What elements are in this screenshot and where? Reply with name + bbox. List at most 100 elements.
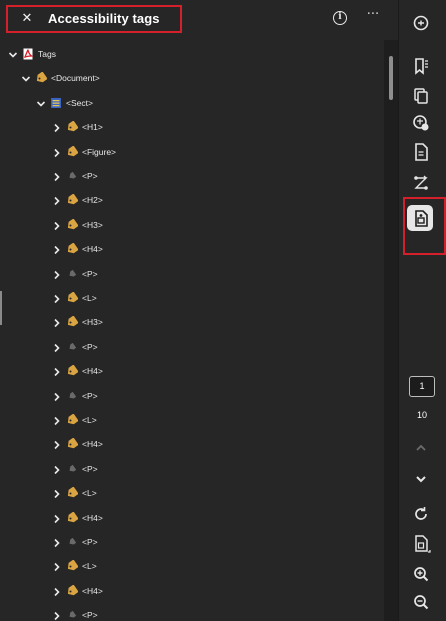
tag-icon: [66, 145, 78, 158]
tree-row-label: Tags: [38, 49, 56, 59]
chevron-right-icon[interactable]: [52, 609, 62, 621]
chevron-right-icon[interactable]: [52, 390, 62, 404]
order-icon[interactable]: [409, 171, 433, 195]
tree-row[interactable]: <P>: [0, 531, 384, 555]
tree-row[interactable]: <H3>: [0, 311, 384, 335]
tag-icon: [66, 243, 78, 255]
chevron-right-icon[interactable]: [52, 487, 62, 501]
close-icon[interactable]: ✕: [18, 9, 36, 29]
attachments-icon[interactable]: [409, 111, 433, 135]
chevron-right-icon[interactable]: [52, 268, 62, 282]
tag-icon: [66, 487, 78, 499]
tag-icon: [66, 584, 78, 597]
tag-icon: [66, 316, 78, 328]
chevron-down-icon[interactable]: [21, 72, 31, 86]
tag-dim-icon: [66, 170, 78, 182]
tree-row[interactable]: <P>: [0, 336, 384, 360]
chevron-down-icon[interactable]: [36, 97, 46, 111]
tree-row[interactable]: <P>: [0, 385, 384, 409]
tree-row[interactable]: <H3>: [0, 214, 384, 238]
tree-row[interactable]: <P>: [0, 604, 384, 621]
tree-row-label: <P>: [82, 390, 98, 401]
panel-title: Accessibility tags: [48, 11, 160, 26]
tag-icon: [66, 414, 78, 426]
tree-row-label: <Sect>: [66, 97, 93, 108]
panel-resize-handle[interactable]: [0, 291, 2, 325]
chevron-up-icon: [409, 436, 433, 460]
page-total: 10: [416, 410, 427, 420]
chevron-right-icon[interactable]: [52, 341, 62, 355]
tag-dim-icon: [66, 536, 78, 548]
tag-icon: [35, 72, 47, 84]
tree-row-label: <L>: [82, 415, 97, 425]
scrollbar-track[interactable]: [384, 40, 398, 621]
more-options-icon[interactable]: ···: [364, 8, 382, 26]
chevron-right-icon[interactable]: [52, 463, 62, 477]
tree-row[interactable]: <L>: [0, 482, 384, 506]
chevron-right-icon[interactable]: [52, 292, 62, 306]
tree-row-label: <H3>: [82, 317, 103, 328]
rotate-icon[interactable]: [409, 502, 433, 526]
comment-icon[interactable]: [409, 11, 433, 35]
tree-row[interactable]: <P>: [0, 165, 384, 189]
tree-row-label: <H4>: [82, 439, 103, 450]
tree-row[interactable]: <Sect>: [0, 92, 384, 116]
zoom-out-icon[interactable]: [409, 590, 433, 614]
chevron-right-icon[interactable]: [52, 243, 62, 257]
copy-pages-icon[interactable]: [409, 84, 433, 108]
tree-row-label: <H4>: [82, 512, 103, 523]
tag-icon: [66, 438, 78, 450]
tree-row[interactable]: <L>: [0, 409, 384, 433]
tree-row[interactable]: <H2>: [0, 189, 384, 213]
chevron-right-icon[interactable]: [52, 316, 62, 330]
tree-row[interactable]: Tags: [0, 43, 384, 67]
chevron-right-icon[interactable]: [52, 414, 62, 428]
chevron-right-icon[interactable]: [52, 170, 62, 184]
tree-row-label: <L>: [82, 488, 97, 499]
chevron-right-icon[interactable]: [52, 219, 62, 233]
chevron-right-icon[interactable]: [52, 585, 62, 599]
tree-row[interactable]: <Figure>: [0, 141, 384, 165]
bookmarks-icon[interactable]: [409, 54, 433, 78]
chevron-right-icon[interactable]: [52, 194, 62, 208]
tree-row-label: <L>: [82, 561, 97, 572]
tree-row-label: <H3>: [82, 219, 103, 230]
chevron-down-icon[interactable]: [8, 48, 18, 62]
tree-row-label: <P>: [82, 268, 98, 279]
chevron-right-icon[interactable]: [52, 438, 62, 452]
tag-icon: [66, 121, 78, 133]
accessibility-tags-icon[interactable]: [409, 206, 433, 230]
tree-row[interactable]: <P>: [0, 263, 384, 287]
tag-icon: [66, 365, 78, 377]
tag-icon: [66, 194, 78, 206]
tree-row-label: <H2>: [82, 195, 103, 206]
chevron-right-icon[interactable]: [52, 560, 62, 574]
tree-row[interactable]: <H4>: [0, 360, 384, 384]
tree-row-label: <P>: [82, 463, 98, 474]
chevron-right-icon[interactable]: [52, 512, 62, 526]
chevron-right-icon[interactable]: [52, 365, 62, 379]
tree-row[interactable]: <H4>: [0, 507, 384, 531]
chevron-down-icon[interactable]: [409, 467, 433, 491]
tree-row[interactable]: <P>: [0, 458, 384, 482]
chevron-right-icon[interactable]: [52, 536, 62, 550]
page-fit-icon[interactable]: [409, 532, 433, 556]
section-icon: [50, 97, 62, 109]
tree-row[interactable]: <L>: [0, 555, 384, 579]
scrollbar-thumb[interactable]: [389, 56, 393, 100]
info-icon[interactable]: i: [333, 11, 347, 25]
zoom-in-icon[interactable]: [409, 562, 433, 586]
tree-row[interactable]: <H1>: [0, 116, 384, 140]
tree-row[interactable]: <H4>: [0, 433, 384, 457]
tag-dim-icon: [66, 341, 78, 353]
tree-row[interactable]: <H4>: [0, 580, 384, 604]
tree-row[interactable]: <L>: [0, 287, 384, 311]
document-properties-icon[interactable]: [409, 140, 433, 164]
tree-row[interactable]: <Document>: [0, 67, 384, 91]
tag-icon: [66, 511, 78, 524]
chevron-right-icon[interactable]: [52, 121, 62, 135]
tree-row-label: <H1>: [82, 122, 103, 133]
chevron-right-icon[interactable]: [52, 146, 62, 160]
page-number-input[interactable]: 1: [409, 376, 435, 397]
tree-row[interactable]: <H4>: [0, 238, 384, 262]
